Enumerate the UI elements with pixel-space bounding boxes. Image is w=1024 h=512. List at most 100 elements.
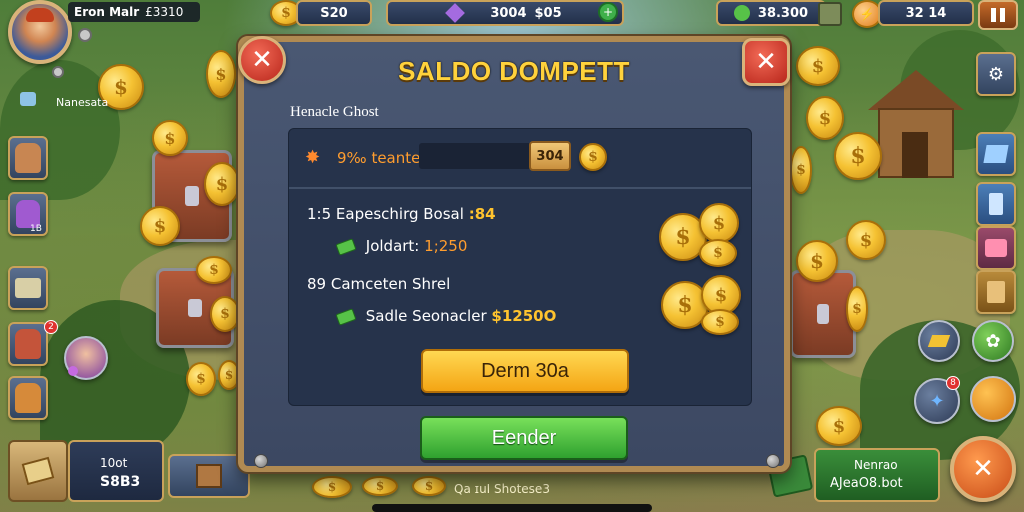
notification-badge: 2	[44, 320, 58, 334]
coin-icon: $	[790, 146, 812, 194]
coin-icon: $	[312, 476, 352, 498]
player-avatar[interactable]	[8, 0, 72, 64]
reward-2-name: Camceten Shrel	[330, 275, 451, 293]
coin-icon: $	[186, 362, 216, 396]
round-button-green[interactable]: ✿	[972, 320, 1014, 362]
gear-icon: ⚙	[987, 63, 1005, 85]
energy-count: 32 14	[905, 5, 947, 21]
sidebar-hero-2[interactable]: 1B	[8, 192, 48, 236]
round-button-quest[interactable]: ✦ 8	[914, 376, 960, 424]
reward-2-prefix: 89	[307, 275, 327, 293]
bottom-left-panel[interactable]: 10ot S8B3	[68, 440, 164, 502]
bottom-left-line2: S8B3	[100, 474, 141, 490]
star-icon: ✸	[305, 147, 321, 168]
dialog-content: ✸ 9‰ teanted 304 $ 1:5 Eapeschirg Bosal …	[288, 128, 752, 406]
coin-count: S20	[320, 5, 348, 21]
coin-icon: $	[362, 476, 398, 496]
reward-1-sub-value: 1;250	[424, 237, 468, 255]
cash-icon	[335, 307, 357, 326]
gem-counter[interactable]: 3004 $05	[386, 0, 624, 26]
coin-icon: $	[210, 296, 240, 332]
round-button-orange[interactable]	[970, 376, 1016, 422]
guild-icon[interactable]	[20, 92, 36, 106]
sidebar-hero-3[interactable]: 2	[8, 320, 58, 366]
cash-count: 38.300	[757, 5, 809, 21]
home-indicator	[372, 504, 652, 512]
cash-counter[interactable]: 38.300	[716, 0, 826, 26]
close-button-left[interactable]: ✕	[238, 36, 286, 84]
balance-bar	[419, 143, 533, 169]
reward-1-sub: Joldart: 1;250	[335, 237, 468, 256]
balance-row: ✸ 9‰ teanted 304 $	[289, 129, 751, 189]
settings-icon[interactable]	[78, 28, 92, 42]
map-icon	[15, 278, 41, 298]
coin-icon: $	[834, 132, 882, 180]
companion-avatar[interactable]	[64, 336, 108, 380]
coin-icon: $	[140, 206, 180, 246]
coin-icon: $	[412, 476, 446, 496]
sword-icon: ✕	[972, 454, 994, 484]
player-avatar-icon	[26, 8, 54, 22]
action-button[interactable]: ✕	[950, 436, 1016, 502]
coin-icon: $	[218, 360, 240, 390]
cash-icon	[335, 237, 357, 256]
sidebar-right-build[interactable]	[976, 132, 1016, 176]
notification-badge: 8	[946, 376, 960, 390]
player-level: £3310	[145, 5, 184, 19]
clover-icon: ✿	[985, 330, 1001, 352]
sidebar-hero-4[interactable]	[8, 376, 48, 420]
coin-icon: $	[796, 240, 838, 282]
reward-1-value: :84	[468, 205, 496, 223]
round-button-gold[interactable]	[918, 320, 960, 362]
quest-icon: ✦	[929, 390, 945, 412]
inventory-slot[interactable]	[8, 440, 68, 502]
cash-icon	[733, 5, 750, 21]
add-gems-button[interactable]: +	[598, 2, 618, 22]
reward-1-name: Eapeschirg Bosal	[335, 205, 464, 223]
reward-2-sub-label: Sadle Seonacler	[365, 307, 487, 325]
hero-level: 1B	[30, 224, 42, 234]
crate-icon	[818, 2, 842, 26]
sidebar-right-gear[interactable]: ⚙	[976, 52, 1016, 96]
sidebar-right-shop[interactable]	[976, 182, 1016, 226]
bottom-right-line1: Nenrao	[854, 458, 898, 472]
coin-icon: $	[152, 120, 188, 156]
coin-icon: $	[846, 220, 886, 260]
pause-icon[interactable]	[978, 0, 1018, 30]
companion-icon	[68, 366, 78, 376]
coin-counter[interactable]: S20	[296, 0, 372, 26]
chest-icon	[196, 464, 222, 488]
reward-2-sub-value: $1250O	[491, 307, 557, 325]
gift-icon	[985, 239, 1007, 257]
sidebar-right-book[interactable]	[976, 270, 1016, 314]
sidebar-right-gift[interactable]	[976, 226, 1016, 270]
coin-icon: $	[579, 143, 607, 171]
coin-icon: $	[699, 239, 737, 267]
settings-icon[interactable]	[52, 66, 64, 78]
bottom-right-panel[interactable]: Nenrao AJeaO8.bot	[814, 448, 940, 502]
coin-icon: $	[806, 96, 844, 140]
hero-portrait-icon	[15, 329, 41, 359]
shop-icon	[989, 193, 1003, 215]
coin-icon: $	[196, 256, 232, 284]
scroll-icon	[21, 456, 55, 486]
coin-icon: $	[846, 286, 868, 332]
reward-1-title: 1:5 Eapeschirg Bosal :84	[307, 205, 496, 223]
bottom-right-line2: AJeaO8.bot	[830, 476, 903, 491]
reward-1-prefix: 1:5	[307, 205, 332, 223]
secondary-action-button[interactable]: Eender	[420, 416, 628, 460]
close-button-right[interactable]: ✕	[742, 38, 790, 86]
reward-2-title: 89 Camceten Shrel	[307, 275, 450, 293]
coin-icon: $	[699, 203, 739, 243]
energy-counter[interactable]: 32 14	[878, 0, 974, 26]
coin-icon: $	[816, 406, 862, 446]
sidebar-hero-1[interactable]	[8, 136, 48, 180]
balance-label: 9‰ teanted	[337, 149, 430, 167]
hero-portrait-icon	[15, 383, 41, 413]
primary-action-button[interactable]: Derm 30a	[421, 349, 629, 393]
sidebar-map[interactable]	[8, 266, 48, 310]
hut	[868, 70, 964, 180]
hero-portrait-icon	[15, 143, 41, 173]
build-icon	[983, 145, 1009, 163]
bottom-center-label: Qa ɪuI Shotese3	[454, 482, 550, 496]
